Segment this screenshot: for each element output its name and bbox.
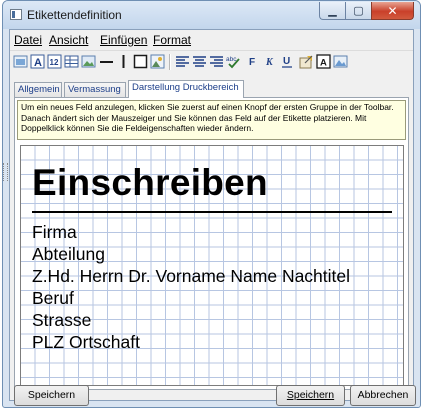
label-field-contact[interactable]: Z.Hd. Herrn Dr. Vorname Name Nachtitel [32,266,350,287]
window-controls: ▁ ▢ ✕ [319,2,414,21]
picture-frame-icon[interactable] [150,54,165,69]
align-right-icon[interactable] [209,54,224,69]
maximize-icon: ▢ [353,5,364,17]
tab-allgemein[interactable]: Allgemein [14,82,62,97]
label-field-firma[interactable]: Firma [32,222,77,243]
print-area-panel: Um ein neues Feld anzulegen, klicken Sie… [14,97,409,390]
toolbar-separator [169,54,171,70]
menu-einfuegen[interactable]: Einfügen [100,33,147,47]
maximize-button[interactable]: ▢ [345,2,371,20]
label-canvas[interactable]: Einschreiben Firma Abteilung Z.Hd. Herrn… [20,145,404,386]
menu-datei[interactable]: Datei [14,33,42,47]
toolbar: A 12 abc F K U A [10,50,413,73]
app-icon [10,9,22,20]
svg-text:U: U [283,56,290,67]
window-client: Datei Ansicht Einfügen Format A 12 abc F… [9,29,416,406]
svg-text:12: 12 [50,58,59,67]
label-field-beruf[interactable]: Beruf [32,288,74,309]
resize-grip[interactable] [3,163,8,181]
align-center-icon[interactable] [192,54,207,69]
properties-icon[interactable] [299,54,314,69]
label-title-field[interactable]: Einschreiben [32,161,268,205]
hint-text: Um ein neues Feld anzulegen, klicken Sie… [17,100,406,140]
horizontal-line-icon[interactable] [99,54,114,69]
save-button[interactable]: Speichern [276,385,345,406]
image-field-icon[interactable] [81,54,96,69]
text-frame-icon[interactable]: A [316,54,331,69]
menu-format[interactable]: Format [153,33,191,47]
save-button-label: Speichern [286,389,335,401]
window-title: Etikettendefinition [27,8,122,22]
tab-vermassung[interactable]: Vermassung [64,82,126,97]
table-field-icon[interactable] [64,54,79,69]
image-frame-icon[interactable] [333,54,348,69]
bold-icon[interactable]: F [246,54,261,69]
close-button[interactable]: ✕ [371,2,414,20]
label-field-plz-ortschaft[interactable]: PLZ Ortschaft [32,332,140,353]
save-as-button[interactable]: Speichern unter [14,385,89,406]
svg-text:F: F [249,57,255,68]
close-icon: ✕ [387,3,398,18]
minimize-button[interactable]: ▁ [319,2,345,20]
title-bar[interactable]: Etikettendefinition ▁ ▢ ✕ [3,1,420,29]
align-left-icon[interactable] [175,54,190,69]
tab-darstellung-druckbereich[interactable]: Darstellung Druckbereich [128,80,244,98]
svg-text:K: K [265,57,274,68]
label-field-abteilung[interactable]: Abteilung [32,244,105,265]
minimize-icon: ▁ [328,5,337,17]
italic-icon[interactable]: K [263,54,278,69]
cancel-button[interactable]: Abbrechen [350,385,416,406]
menu-ansicht[interactable]: Ansicht [49,33,88,47]
label-separator-line[interactable] [32,211,392,213]
text-field-icon[interactable]: A [30,54,45,69]
svg-text:A: A [320,58,327,69]
label-field-strasse[interactable]: Strasse [32,310,91,331]
underline-icon[interactable]: U [280,54,295,69]
rectangle-icon[interactable] [133,54,148,69]
svg-text:A: A [34,57,42,69]
spellcheck-icon[interactable]: abc [226,54,241,69]
vertical-line-icon[interactable] [116,54,131,69]
insert-image-icon[interactable] [13,54,28,69]
label-definition-window: Etikettendefinition ▁ ▢ ✕ Datei Ansicht … [2,0,421,408]
menu-bar: Datei Ansicht Einfügen Format [10,30,413,49]
numbered-field-icon[interactable]: 12 [47,54,62,69]
